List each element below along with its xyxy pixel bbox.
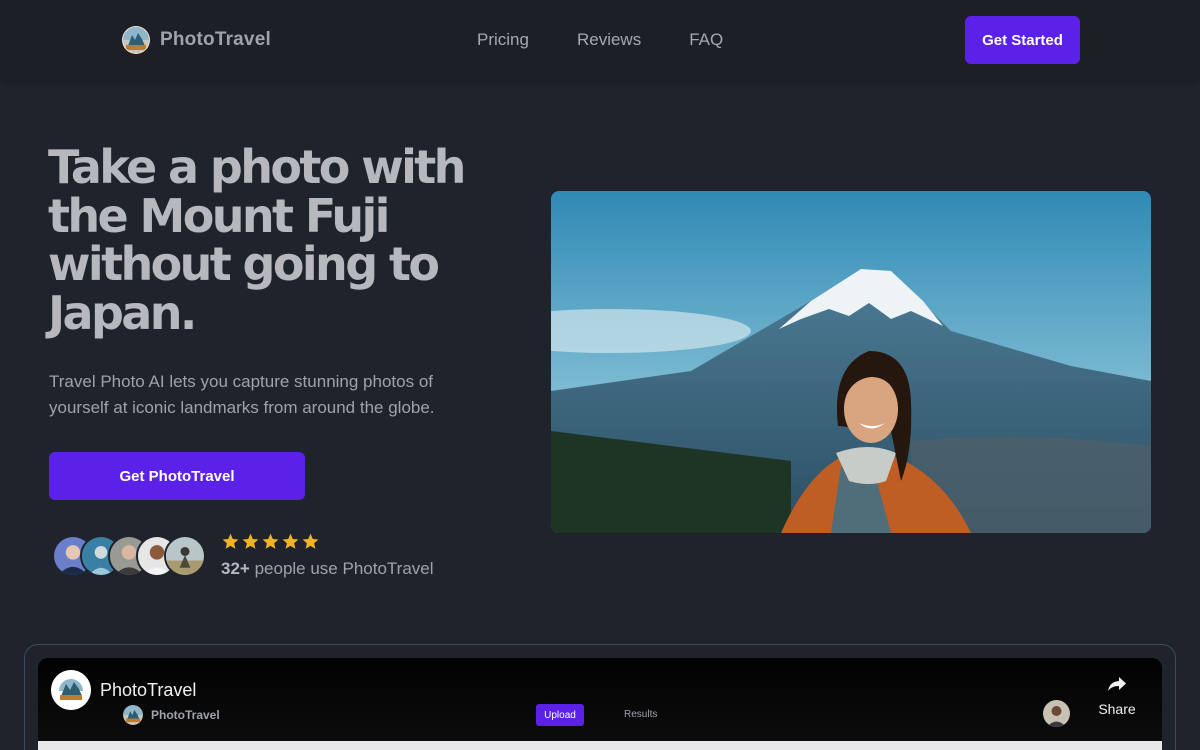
video-tab-results: Results [624, 709, 658, 720]
star-icon [242, 533, 259, 549]
star-icon [262, 533, 279, 549]
nav-link-pricing[interactable]: Pricing [477, 30, 529, 50]
brand-link[interactable]: PhotoTravel [122, 26, 271, 54]
youtube-embed[interactable]: PhotoTravel PhotoTravel Upload Results S… [38, 658, 1162, 750]
hero-subtitle: Travel Photo AI lets you capture stunnin… [49, 372, 435, 417]
star-icon [282, 533, 299, 549]
phototravel-logo-icon [122, 26, 150, 54]
users-label: people use PhotoTravel [254, 559, 434, 578]
hero-title: Take a photo with the Mount Fuji without… [48, 140, 466, 340]
video-content-area [38, 741, 1162, 750]
star-icon [302, 533, 319, 549]
video-tab-upload: Upload [536, 704, 584, 726]
main-nav: Pricing Reviews FAQ [477, 30, 723, 50]
channel-avatar-icon[interactable] [51, 670, 91, 710]
share-label: Share [1098, 701, 1136, 717]
top-navbar: PhotoTravel Pricing Reviews FAQ Get Star… [0, 0, 1200, 80]
video-inner-brand: PhotoTravel [123, 705, 220, 725]
brand-name: PhotoTravel [160, 29, 271, 50]
phototravel-logo-icon [123, 705, 143, 725]
get-phototravel-button[interactable]: Get PhotoTravel [49, 452, 305, 500]
nav-link-reviews[interactable]: Reviews [577, 30, 641, 50]
user-avatars [52, 535, 212, 577]
video-user-avatar [1043, 700, 1070, 727]
video-inner-brand-name: PhotoTravel [151, 708, 220, 722]
video-channel-title[interactable]: PhotoTravel [100, 680, 196, 701]
rating-stars [221, 532, 320, 551]
star-icon [222, 533, 239, 549]
user-avatar [164, 535, 206, 577]
share-button[interactable]: Share [1095, 672, 1139, 717]
users-count-text: 32+ people use PhotoTravel [221, 559, 434, 579]
nav-link-faq[interactable]: FAQ [689, 30, 723, 50]
users-count: 32+ [221, 559, 250, 578]
video-header: PhotoTravel PhotoTravel Upload Results S… [38, 658, 1162, 738]
get-started-button[interactable]: Get Started [965, 16, 1080, 64]
hero-mount-fuji-image [551, 191, 1151, 533]
share-icon [1108, 677, 1126, 691]
